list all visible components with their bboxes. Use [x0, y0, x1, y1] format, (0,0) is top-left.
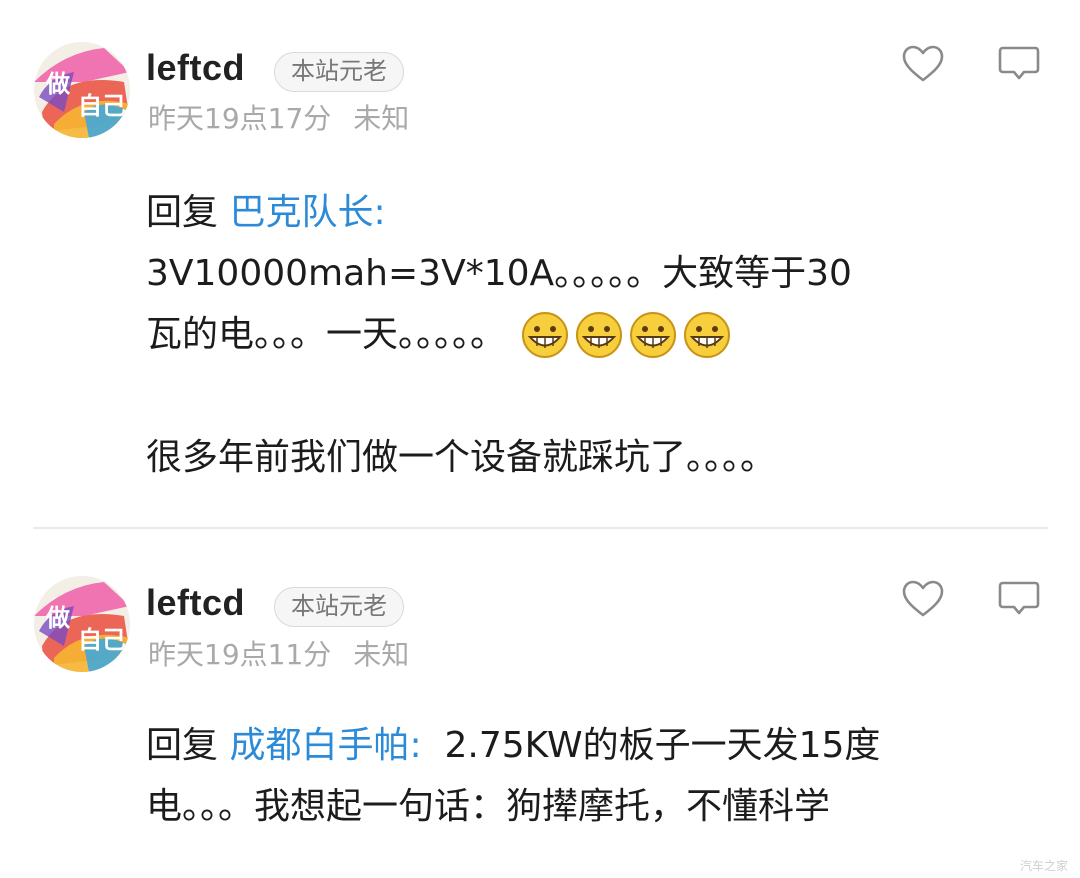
comment-post: 做 自己 leftcd 本站元老 昨天19点11分 未知 回复 成都白手帕: 2.… — [0, 529, 1080, 878]
username[interactable]: leftcd — [146, 582, 245, 624]
user-badge: 本站元老 — [274, 52, 404, 92]
post-time: 昨天19点17分 — [148, 102, 332, 135]
username[interactable]: leftcd — [146, 47, 245, 89]
svg-text:自己: 自己 — [78, 625, 126, 654]
grin-emoji-icon — [682, 310, 732, 360]
reply-target-link[interactable]: 巴克队长: — [229, 192, 385, 233]
content-line: 瓦的电。。。一天。。。。。 — [146, 304, 1040, 365]
svg-text:做: 做 — [45, 69, 70, 98]
avatar-logo-icon: 做 自己 — [34, 576, 130, 672]
content-line: 很多年前我们做一个设备就踩坑了。。。。 — [146, 437, 777, 478]
svg-text:做: 做 — [45, 603, 70, 632]
comment-bubble-icon — [998, 581, 1040, 615]
reply-line: 回复 巴克队长: — [146, 182, 1040, 243]
like-button[interactable] — [901, 44, 945, 84]
post-location: 未知 — [353, 638, 410, 671]
comment-post: 做 自己 leftcd 本站元老 昨天19点17分 未知 回复 巴克队长: 3V1… — [0, 0, 1080, 528]
user-avatar[interactable]: 做 自己 — [34, 42, 130, 138]
reply-button[interactable] — [997, 579, 1041, 619]
content-line: 电。。。我想起一句话：狗撵摩托，不懂科学 — [146, 786, 831, 827]
grin-emoji-icon — [574, 310, 624, 360]
content-text: 2.75KW的板子一天发15度 — [421, 725, 881, 766]
svg-text:自己: 自己 — [78, 91, 126, 120]
post-meta: 昨天19点17分 未知 — [148, 97, 409, 137]
post-meta: 昨天19点11分 未知 — [148, 633, 409, 673]
user-badge: 本站元老 — [274, 587, 404, 627]
content-line: 3V10000mah=3V*10A。。。。。大致等于30 — [146, 253, 852, 294]
post-time: 昨天19点11分 — [148, 638, 332, 671]
user-avatar[interactable]: 做 自己 — [34, 576, 130, 672]
post-location: 未知 — [353, 102, 410, 135]
avatar-logo-icon: 做 自己 — [34, 42, 130, 138]
content-text: 瓦的电。。。一天。。。。。 — [146, 314, 507, 355]
like-button[interactable] — [901, 579, 945, 619]
post-content: 回复 成都白手帕: 2.75KW的板子一天发15度 电。。。我想起一句话：狗撵摩… — [146, 715, 1040, 837]
post-content: 回复 巴克队长: 3V10000mah=3V*10A。。。。。大致等于30 瓦的… — [146, 182, 1040, 488]
reply-target-link[interactable]: 成都白手帕: — [229, 725, 421, 766]
reply-button[interactable] — [997, 44, 1041, 84]
reply-prefix: 回复 — [146, 725, 219, 766]
comment-bubble-icon — [998, 46, 1040, 80]
grin-emoji-icon — [520, 310, 570, 360]
heart-outline-icon — [902, 45, 944, 82]
watermark: 汽车之家 — [1019, 859, 1068, 873]
emoji-group — [520, 310, 736, 362]
heart-outline-icon — [902, 580, 944, 617]
grin-emoji-icon — [628, 310, 678, 360]
reply-line: 回复 成都白手帕: 2.75KW的板子一天发15度 — [146, 715, 1040, 776]
reply-prefix: 回复 — [146, 192, 219, 233]
